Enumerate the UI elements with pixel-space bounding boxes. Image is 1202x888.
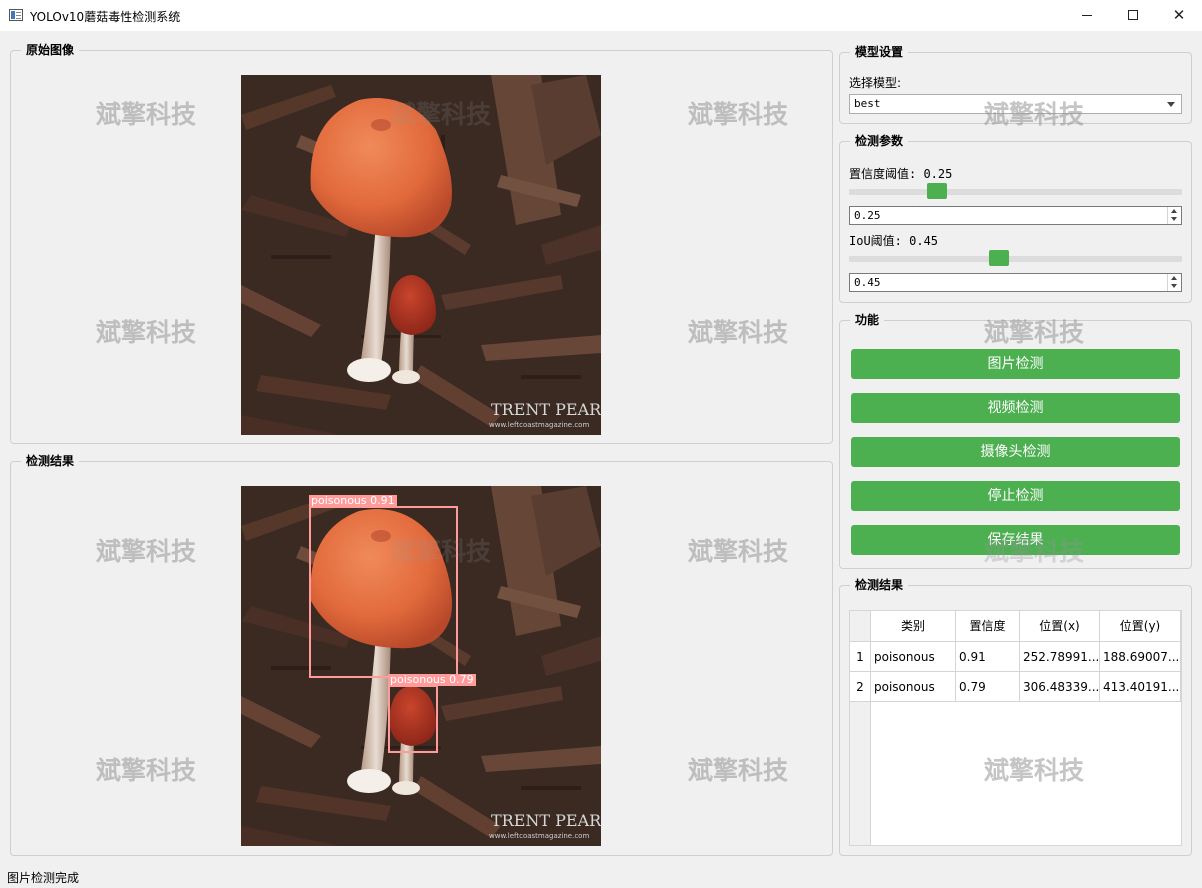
camera-detect-button[interactable]: 摄像头检测 <box>851 437 1180 467</box>
slider-track <box>849 256 1182 262</box>
minimize-button[interactable] <box>1064 0 1110 31</box>
model-select[interactable]: best <box>849 94 1182 114</box>
results-table[interactable]: 类别 置信度 位置(x) 位置(y) 1 poisonous 0.91 252.… <box>849 610 1182 846</box>
detection-label: poisonous 0.91 <box>309 494 397 507</box>
row-header[interactable]: 1 <box>850 642 871 672</box>
chevron-down-icon <box>1167 102 1175 107</box>
row-header[interactable]: 2 <box>850 672 871 702</box>
table-cell[interactable]: poisonous <box>871 642 956 672</box>
detection-label: poisonous 0.79 <box>388 673 476 686</box>
photo-credit: TRENT PEARCE <box>491 400 601 419</box>
table-cell[interactable]: 413.40191... <box>1100 672 1181 702</box>
table-corner[interactable] <box>850 611 871 642</box>
detection-box <box>388 685 438 753</box>
window-title: YOLOv10蘑菇毒性检测系统 <box>30 10 181 24</box>
column-header[interactable]: 位置(x) <box>1020 611 1100 642</box>
status-bar: 图片检测完成 <box>7 871 80 885</box>
save-result-button[interactable]: 保存结果 <box>851 525 1180 555</box>
results-table-title: 检测结果 <box>850 576 909 593</box>
video-detect-button[interactable]: 视频检测 <box>851 393 1180 423</box>
conf-threshold-label: 置信度阈值: 0.25 <box>849 167 953 181</box>
iou-threshold-value: 0.45 <box>854 276 881 289</box>
title-bar: YOLOv10蘑菇毒性检测系统 ✕ <box>0 0 1202 31</box>
iou-threshold-spinbox[interactable]: 0.45 <box>849 273 1182 292</box>
iou-threshold-label: IoU阈值: 0.45 <box>849 234 939 248</box>
column-header[interactable]: 位置(y) <box>1100 611 1181 642</box>
conf-threshold-slider[interactable] <box>849 183 1182 203</box>
detection-box <box>309 506 458 678</box>
result-image-group-title: 检测结果 <box>21 452 80 469</box>
table-cell[interactable]: 252.78991... <box>1020 642 1100 672</box>
detection-params-title: 检测参数 <box>850 132 909 149</box>
slider-handle[interactable] <box>927 183 947 199</box>
original-image: TRENT PEARCE www.leftcoastmagazine.com <box>241 75 601 435</box>
model-select-value: best <box>854 97 881 110</box>
spin-down-icon[interactable] <box>1171 217 1177 221</box>
table-cell[interactable]: 0.79 <box>956 672 1020 702</box>
table-cell[interactable]: 0.91 <box>956 642 1020 672</box>
column-header[interactable]: 置信度 <box>956 611 1020 642</box>
photo-credit: TRENT PEARCE <box>491 811 601 830</box>
stop-detect-button[interactable]: 停止检测 <box>851 481 1180 511</box>
image-detect-button[interactable]: 图片检测 <box>851 349 1180 379</box>
photo-url: www.leftcoastmagazine.com <box>489 421 589 429</box>
minimize-icon <box>1082 15 1092 16</box>
conf-threshold-value: 0.25 <box>854 209 881 222</box>
table-cell[interactable]: poisonous <box>871 672 956 702</box>
table-cell[interactable]: 188.69007... <box>1100 642 1181 672</box>
close-icon: ✕ <box>1172 6 1186 24</box>
column-header[interactable]: 类别 <box>871 611 956 642</box>
spin-down-icon[interactable] <box>1171 284 1177 288</box>
function-group-title: 功能 <box>850 311 885 328</box>
conf-threshold-spinbox[interactable]: 0.25 <box>849 206 1182 225</box>
iou-threshold-slider[interactable] <box>849 250 1182 270</box>
app-icon <box>9 9 23 21</box>
spin-up-icon[interactable] <box>1171 209 1177 213</box>
row-header-filler <box>850 702 871 845</box>
model-select-label: 选择模型: <box>849 76 902 90</box>
slider-track <box>849 189 1182 195</box>
maximize-button[interactable] <box>1110 0 1156 31</box>
close-button[interactable]: ✕ <box>1156 0 1202 31</box>
model-settings-title: 模型设置 <box>850 43 909 60</box>
photo-url: www.leftcoastmagazine.com <box>489 832 589 840</box>
original-image-group-title: 原始图像 <box>21 41 80 58</box>
table-cell[interactable]: 306.48339... <box>1020 672 1100 702</box>
spin-up-icon[interactable] <box>1171 276 1177 280</box>
maximize-icon <box>1128 10 1138 20</box>
slider-handle[interactable] <box>989 250 1009 266</box>
